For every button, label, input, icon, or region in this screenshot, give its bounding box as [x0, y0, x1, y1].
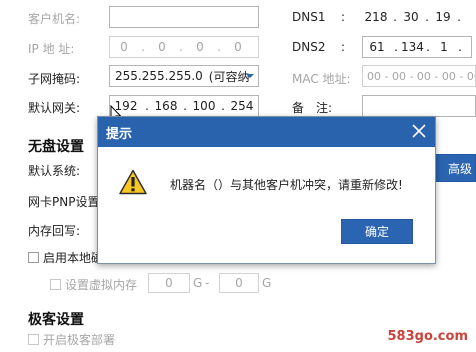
client-name-input[interactable]	[109, 6, 259, 28]
default-gateway-input[interactable]: 192 . 168 . 100 . 254	[109, 95, 259, 117]
ip-octet: 0	[234, 40, 242, 54]
dns1-octet: 30	[403, 10, 419, 24]
colon: :	[341, 10, 346, 24]
default-system-label: 默认系统:	[28, 164, 81, 178]
note-label: 备 注:	[292, 101, 333, 115]
ip-octet: 0	[196, 40, 204, 54]
unit-g: G	[193, 276, 203, 290]
gateway-octet: 168	[154, 99, 178, 113]
advanced-button[interactable]: 高级	[432, 154, 476, 182]
colon: :	[341, 40, 346, 54]
enable-local-disk-label: 启用本地磁	[43, 251, 104, 265]
mac-address-input[interactable]: 00 - 00 - 00 - 00 - 00 -	[362, 65, 476, 87]
dialog-title: 提示	[106, 127, 133, 142]
default-gateway-label: 默认网关:	[28, 101, 81, 115]
enable-express-deploy-checkbox[interactable]	[28, 334, 39, 345]
alert-dialog: 提示 机器名（）与其他客户机冲突，请重新修改! 确定	[97, 116, 436, 264]
dns1-input[interactable]: 218 . 30 . 19 .	[362, 6, 472, 28]
gateway-octet: 100	[192, 99, 216, 113]
nic-pnp-label: 网卡PNP设置:	[28, 195, 104, 209]
subnet-mask-value: 255.255.255.0	[115, 69, 203, 83]
ip-address-label: IP 地 址:	[28, 42, 75, 56]
ip-octet: 0	[120, 40, 128, 54]
ip-address-input[interactable]: 0 . 0 . 0 . 0	[109, 36, 259, 58]
watermark-text: 583go.com	[387, 329, 469, 344]
subnet-capacity-text: (可容纳	[208, 69, 250, 84]
close-icon[interactable]	[411, 123, 427, 139]
dns2-label: DNS2	[292, 40, 326, 54]
virtual-memory-checkbox[interactable]	[50, 279, 61, 290]
client-name-label: 客户机名:	[28, 12, 81, 26]
dns1-octet: 19	[435, 10, 451, 24]
gateway-octet: 254	[230, 99, 254, 113]
diskless-settings-title: 无盘设置	[28, 139, 84, 155]
subnet-mask-select[interactable]: 255.255.255.0 (可容纳	[109, 65, 259, 87]
note-input[interactable]	[362, 95, 476, 117]
dns2-input[interactable]: 61 . 134 . 1 .	[362, 36, 472, 58]
dialog-title-bar: 提示	[98, 117, 435, 147]
enable-local-disk-checkbox[interactable]	[28, 252, 39, 263]
memory-writeback-label: 内存回写:	[28, 224, 81, 238]
dns1-octet: 218	[364, 10, 388, 24]
dns2-octet: 134	[401, 40, 424, 54]
range-dash: -	[205, 276, 210, 290]
express-settings-title: 极客设置	[28, 312, 84, 328]
unit-g: G	[262, 276, 272, 290]
enable-express-deploy-label: 开启极客部署	[43, 333, 116, 347]
mac-address-value: 00 - 00 - 00 - 00 - 00 -	[367, 69, 475, 83]
ip-octet: 0	[158, 40, 166, 54]
subnet-mask-label: 子网掩码:	[28, 72, 81, 86]
virtual-memory-max-input[interactable]: 0	[219, 273, 259, 293]
dns1-label: DNS1	[292, 10, 326, 24]
virtual-memory-label: 设置虚拟内存	[65, 278, 138, 292]
mac-address-label: MAC 地址:	[292, 72, 351, 86]
warning-icon	[119, 169, 147, 195]
ok-button[interactable]: 确定	[341, 219, 413, 244]
dialog-message: 机器名（）与其他客户机冲突，请重新修改!	[170, 178, 403, 192]
chevron-down-icon[interactable]	[245, 70, 255, 80]
virtual-memory-min-input[interactable]: 0	[148, 273, 190, 293]
dns2-octet: 61	[369, 40, 385, 54]
dns2-octet: 1	[440, 40, 448, 54]
